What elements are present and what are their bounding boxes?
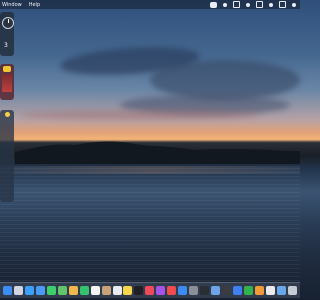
safari-icon[interactable] [24, 286, 34, 295]
weather-widget[interactable] [0, 110, 14, 202]
clock-number: 3 [4, 42, 8, 49]
numbers-icon[interactable] [243, 286, 253, 295]
launchpad-icon[interactable] [13, 286, 23, 295]
calendar-icon[interactable] [90, 286, 100, 295]
maps-icon[interactable] [57, 286, 67, 295]
control-center-pill-icon[interactable] [210, 1, 217, 8]
clock-icon [2, 17, 14, 29]
weather-row [0, 128, 14, 137]
menu-window[interactable]: Window [2, 2, 22, 8]
weather-row-sun [0, 110, 14, 119]
facetime-icon[interactable] [79, 286, 89, 295]
trash-icon[interactable] [287, 286, 297, 295]
podcasts-icon[interactable] [156, 286, 166, 295]
tv-icon[interactable] [134, 286, 144, 295]
sun-icon [4, 112, 10, 117]
dock [0, 282, 300, 298]
weather-row [0, 146, 14, 155]
weather-row [0, 155, 14, 164]
siri-icon[interactable] [292, 2, 296, 7]
notes-icon[interactable] [123, 286, 133, 295]
weather-row [0, 137, 14, 146]
wallpaper-water [0, 168, 300, 282]
weather-row [0, 173, 14, 182]
menu-extras [210, 1, 300, 8]
menu-bar: Window Help [0, 0, 300, 9]
weather-row [0, 164, 14, 173]
folder-icon[interactable] [276, 286, 286, 295]
music-badge-icon [3, 66, 11, 72]
wifi-icon[interactable] [269, 2, 273, 7]
menu-help[interactable]: Help [29, 2, 40, 8]
clock-widget[interactable]: 3 [0, 12, 14, 56]
contacts-icon[interactable] [101, 286, 111, 295]
weather-row [0, 182, 14, 191]
album-art [2, 74, 12, 92]
mail-icon[interactable] [35, 286, 45, 295]
wallpaper-cloud [20, 110, 260, 120]
music-icon[interactable] [145, 286, 155, 295]
status-dot-icon[interactable] [223, 2, 227, 7]
wallpaper-treeline [15, 141, 300, 164]
wallpaper-cloud [150, 60, 300, 100]
keynote-icon[interactable] [233, 286, 243, 295]
news-icon[interactable] [167, 286, 177, 295]
battery-icon[interactable] [256, 1, 263, 8]
messages-icon[interactable] [46, 286, 56, 295]
finder-icon[interactable] [3, 286, 12, 295]
app-store-icon[interactable] [178, 286, 188, 295]
chrome-icon[interactable] [265, 286, 275, 295]
weather-row [0, 119, 14, 128]
reminders-icon[interactable] [112, 286, 122, 295]
display-icon[interactable] [233, 1, 240, 8]
spotlight-icon[interactable] [279, 1, 286, 8]
music-widget[interactable] [0, 64, 14, 100]
terminal-icon[interactable] [200, 286, 210, 295]
pages-icon[interactable] [254, 286, 264, 295]
photos-icon[interactable] [68, 286, 78, 295]
system-settings-icon[interactable] [189, 286, 199, 295]
volume-icon[interactable] [246, 2, 250, 7]
calculator-icon[interactable] [222, 286, 232, 295]
preview-icon[interactable] [211, 286, 221, 295]
